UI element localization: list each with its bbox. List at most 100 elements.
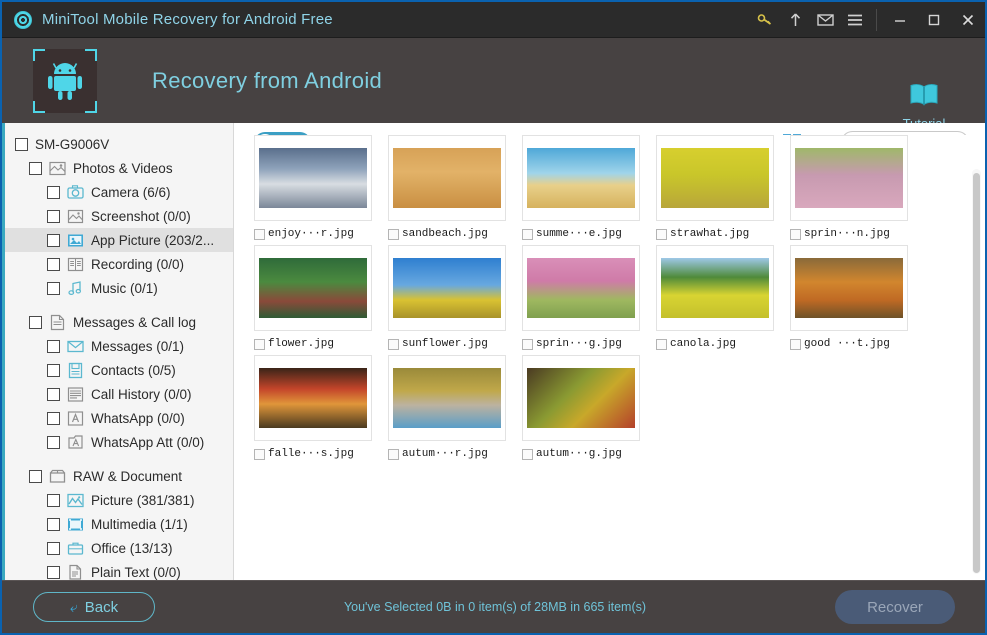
thumbnail-cell[interactable]: autum···g.jpg [522,355,656,465]
sidebar-item-photos-videos[interactable]: Photos & Videos [5,156,233,180]
thumbnail-cell[interactable]: autum···r.jpg [388,355,522,465]
sidebar-tree[interactable]: SM-G9006VPhotos & VideosCamera (6/6)Scre… [2,123,234,580]
file-checkbox[interactable] [522,449,533,460]
thumbnail-frame[interactable] [388,355,506,441]
thumbnail-frame[interactable] [254,245,372,331]
thumbnail-frame[interactable] [254,135,372,221]
file-checkbox[interactable] [388,449,399,460]
thumbnail-frame[interactable] [522,135,640,221]
thumbnail-cell[interactable]: flower.jpg [254,245,388,355]
file-checkbox[interactable] [656,229,667,240]
thumbnail-frame[interactable] [522,245,640,331]
thumbnail-frame[interactable] [522,355,640,441]
file-checkbox[interactable] [388,339,399,350]
thumbnail-cell[interactable]: sprin···n.jpg [790,135,924,245]
thumbnail-image[interactable] [259,148,367,208]
thumbnail-cell[interactable]: sunflower.jpg [388,245,522,355]
sidebar-item-checkbox[interactable] [47,258,60,271]
sidebar-item-checkbox[interactable] [47,566,60,579]
file-checkbox[interactable] [388,229,399,240]
sidebar-item-sm-g9006v[interactable]: SM-G9006V [5,132,233,156]
thumbnail-cell[interactable]: falle···s.jpg [254,355,388,465]
grid-scrollbar[interactable] [972,169,981,574]
thumbnail-image[interactable] [795,258,903,318]
sidebar-item-camera-6-6[interactable]: Camera (6/6) [5,180,233,204]
back-button[interactable]: ⤶ Back [33,592,155,622]
sidebar-item-screenshot-0-0[interactable]: Screenshot (0/0) [5,204,233,228]
sidebar-item-checkbox[interactable] [47,412,60,425]
sidebar-item-whatsapp-att-0-0[interactable]: WhatsApp Att (0/0) [5,430,233,454]
sidebar-item-checkbox[interactable] [47,494,60,507]
thumbnail-cell[interactable]: strawhat.jpg [656,135,790,245]
sidebar-item-music-0-1[interactable]: Music (0/1) [5,276,233,300]
sidebar-item-app-picture-203-2[interactable]: App Picture (203/2... [5,228,233,252]
hamburger-menu-icon[interactable] [840,2,870,38]
sidebar-item-messages-0-1[interactable]: Messages (0/1) [5,334,233,358]
thumbnail-image[interactable] [527,368,635,428]
sidebar-item-checkbox[interactable] [47,210,60,223]
thumbnail-frame[interactable] [790,135,908,221]
thumbnail-frame[interactable] [388,135,506,221]
file-checkbox[interactable] [656,339,667,350]
thumbnail-image[interactable] [259,258,367,318]
thumbnail-cell[interactable]: canola.jpg [656,245,790,355]
sidebar-item-checkbox[interactable] [29,470,42,483]
thumbnail-cell[interactable]: enjoy···r.jpg [254,135,388,245]
thumbnail-image[interactable] [259,368,367,428]
thumbnail-frame[interactable] [656,245,774,331]
sidebar-item-checkbox[interactable] [47,518,60,531]
sidebar-item-recording-0-0[interactable]: Recording (0/0) [5,252,233,276]
thumbnail-frame[interactable] [254,355,372,441]
sidebar-item-checkbox[interactable] [47,542,60,555]
thumbnail-image[interactable] [393,148,501,208]
sidebar-item-checkbox[interactable] [47,364,60,377]
key-icon[interactable] [750,2,780,38]
thumbnail-frame[interactable] [388,245,506,331]
file-checkbox[interactable] [790,229,801,240]
thumbnail-frame[interactable] [656,135,774,221]
thumbnail-image[interactable] [661,148,769,208]
file-checkbox[interactable] [254,449,265,460]
file-checkbox[interactable] [790,339,801,350]
thumbnail-frame[interactable] [790,245,908,331]
sidebar-item-messages-call-log[interactable]: Messages & Call log [5,310,233,334]
sidebar-item-raw-document[interactable]: RAW & Document [5,464,233,488]
file-checkbox[interactable] [254,339,265,350]
sidebar-item-plain-text-0-0[interactable]: Plain Text (0/0) [5,560,233,580]
mail-icon[interactable] [810,2,840,38]
thumbnail-cell[interactable]: summe···e.jpg [522,135,656,245]
maximize-button[interactable] [917,2,951,38]
sidebar-item-checkbox[interactable] [47,388,60,401]
thumbnail-grid[interactable]: enjoy···r.jpgsandbeach.jpgsumme···e.jpgs… [234,135,985,580]
sidebar-item-contacts-0-5[interactable]: Contacts (0/5) [5,358,233,382]
thumbnail-cell[interactable]: sandbeach.jpg [388,135,522,245]
recover-button[interactable]: Recover [835,590,955,624]
sidebar-item-call-history-0-0[interactable]: Call History (0/0) [5,382,233,406]
sidebar-item-checkbox[interactable] [47,186,60,199]
thumbnail-image[interactable] [795,148,903,208]
sidebar-item-checkbox[interactable] [47,282,60,295]
sidebar-item-checkbox[interactable] [47,340,60,353]
thumbnail-image[interactable] [393,368,501,428]
sidebar-item-picture-381-381[interactable]: Picture (381/381) [5,488,233,512]
thumbnail-image[interactable] [661,258,769,318]
sidebar-item-checkbox[interactable] [15,138,28,151]
sidebar-item-whatsapp-0-0[interactable]: WhatsApp (0/0) [5,406,233,430]
thumbnail-cell[interactable]: good ···t.jpg [790,245,924,355]
close-button[interactable] [951,2,985,38]
thumbnail-image[interactable] [527,258,635,318]
file-checkbox[interactable] [522,339,533,350]
thumbnail-image[interactable] [393,258,501,318]
thumbnail-cell[interactable]: sprin···g.jpg [522,245,656,355]
thumbnail-image[interactable] [527,148,635,208]
sidebar-item-checkbox[interactable] [29,316,42,329]
sidebar-item-multimedia-1-1[interactable]: Multimedia (1/1) [5,512,233,536]
sidebar-item-checkbox[interactable] [47,234,60,247]
sidebar-item-checkbox[interactable] [47,436,60,449]
scrollbar-thumb[interactable] [973,173,980,573]
minimize-button[interactable] [883,2,917,38]
sidebar-item-office-13-13[interactable]: Office (13/13) [5,536,233,560]
sidebar-item-checkbox[interactable] [29,162,42,175]
upload-arrow-icon[interactable] [780,2,810,38]
file-checkbox[interactable] [254,229,265,240]
